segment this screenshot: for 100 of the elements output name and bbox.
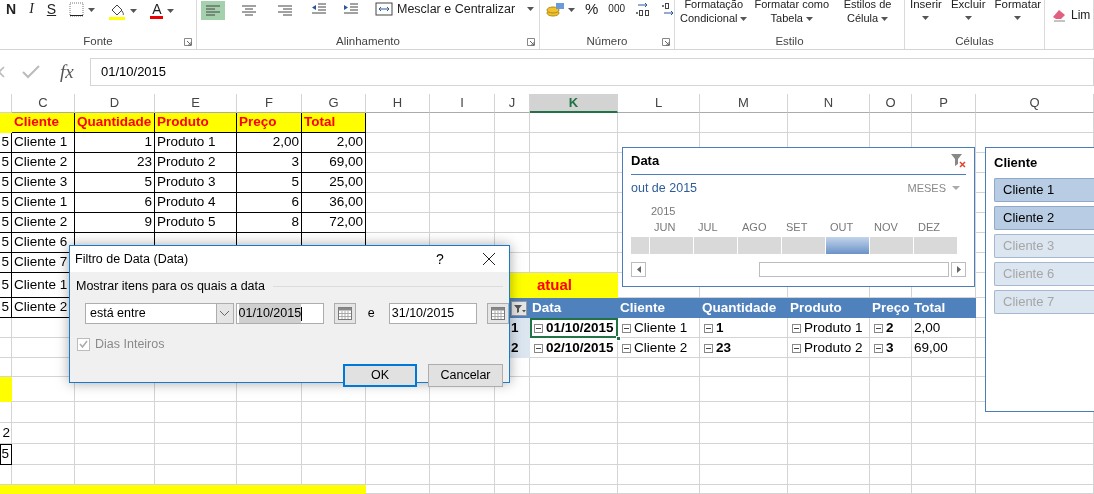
- formula-field[interactable]: 01/10/2015: [90, 58, 1094, 86]
- table-cell[interactable]: 5: [0, 273, 12, 298]
- cells-menu-button[interactable]: Excluir: [949, 0, 987, 20]
- collapse-icon[interactable]: [704, 323, 713, 333]
- table-cell[interactable]: 6: [237, 193, 302, 213]
- time-level-dropdown[interactable]: MESES: [907, 179, 966, 197]
- table-cell[interactable]: 5: [0, 213, 12, 233]
- pivot-cell[interactable]: Cliente 1: [618, 318, 700, 338]
- table-header-cell[interactable]: Total: [302, 113, 366, 133]
- scroll-left-button[interactable]: [631, 262, 646, 277]
- thousands-button[interactable]: 000: [606, 1, 628, 17]
- pivot-cell[interactable]: Produto 1: [788, 318, 870, 338]
- condition-dropdown[interactable]: está entre: [85, 303, 234, 325]
- column-header[interactable]: L: [618, 94, 700, 113]
- table-cell[interactable]: Cliente 1: [12, 193, 75, 213]
- table-header-cell[interactable]: Quantidade: [75, 113, 155, 133]
- highlighted-cell[interactable]: [302, 485, 366, 494]
- collapse-icon[interactable]: [792, 343, 801, 353]
- table-cell[interactable]: Cliente 1: [12, 133, 75, 153]
- table-cell[interactable]: 5: [0, 233, 12, 253]
- pivot-cell[interactable]: 2: [870, 318, 912, 338]
- column-header[interactable]: K: [530, 94, 618, 113]
- pivot-cell[interactable]: 02/10/2015: [530, 338, 618, 358]
- table-cell[interactable]: 6: [75, 193, 155, 213]
- column-header[interactable]: N: [788, 94, 870, 113]
- pivot-cell[interactable]: 1: [700, 318, 788, 338]
- slicer-item[interactable]: Cliente 1: [994, 178, 1094, 202]
- highlighted-cell[interactable]: [0, 377, 12, 402]
- table-cell[interactable]: Cliente 3: [12, 173, 75, 193]
- date-field[interactable]: 01/10/2015: [235, 303, 325, 325]
- table-cell[interactable]: Produto 1: [155, 133, 237, 153]
- collapse-icon[interactable]: [534, 323, 543, 333]
- column-header[interactable]: P: [912, 94, 976, 113]
- table-cell[interactable]: 5: [0, 193, 12, 213]
- pivot-cell[interactable]: Produto 2: [788, 338, 870, 358]
- pivot-header-cell[interactable]: Quantidade: [700, 298, 788, 318]
- dialog-launcher-icon[interactable]: [662, 38, 670, 46]
- highlighted-cell[interactable]: [0, 485, 12, 494]
- table-cell[interactable]: 1: [75, 133, 155, 153]
- pivot-header-cell[interactable]: Cliente: [618, 298, 700, 318]
- italic-button[interactable]: I: [27, 1, 36, 17]
- column-header[interactable]: M: [700, 94, 788, 113]
- pivot-cell[interactable]: Cliente 2: [618, 338, 700, 358]
- clear-filter-icon[interactable]: [950, 153, 966, 169]
- highlighted-cell[interactable]: [0, 113, 12, 133]
- collapse-icon[interactable]: [622, 343, 631, 353]
- table-cell[interactable]: 72,00: [302, 213, 366, 233]
- column-header[interactable]: I: [430, 94, 495, 113]
- pivot-header-cell[interactable]: Total: [912, 298, 976, 318]
- table-cell[interactable]: 2,00: [302, 133, 366, 153]
- check-icon[interactable]: [22, 65, 40, 79]
- borders-button[interactable]: [67, 1, 98, 18]
- dialog-button[interactable]: Cancelar: [428, 363, 503, 387]
- column-header[interactable]: O: [870, 94, 912, 113]
- pivot-header-cell[interactable]: Data: [530, 298, 618, 318]
- table-cell[interactable]: Produto 2: [155, 153, 237, 173]
- table-cell[interactable]: Cliente 2: [12, 153, 75, 173]
- dialog-launcher-icon[interactable]: [527, 38, 535, 46]
- collapse-icon[interactable]: [622, 323, 631, 333]
- bold-button[interactable]: N: [4, 1, 19, 17]
- table-header-cell[interactable]: Preço: [237, 113, 302, 133]
- merge-button[interactable]: Mesclar e Centralizar: [373, 1, 537, 17]
- dialog-button[interactable]: OK: [343, 363, 417, 387]
- font-color-button[interactable]: A: [148, 1, 177, 20]
- table-cell[interactable]: 5: [0, 298, 12, 318]
- table-cell[interactable]: 9: [75, 213, 155, 233]
- help-button[interactable]: ?: [425, 248, 455, 270]
- pivot-header-cell[interactable]: Produto: [788, 298, 870, 318]
- collapse-icon[interactable]: [534, 343, 543, 353]
- table-cell[interactable]: 2,00: [912, 318, 976, 338]
- insert-function-button[interactable]: fx: [56, 58, 78, 86]
- pivot-cell[interactable]: 3: [870, 338, 912, 358]
- table-cell[interactable]: 2: [0, 423, 12, 444]
- styles-menu-button[interactable]: Formatação Condicional: [679, 0, 749, 25]
- table-cell[interactable]: 69,00: [302, 153, 366, 173]
- calendar-button[interactable]: [334, 303, 356, 325]
- table-cell[interactable]: 23: [75, 153, 155, 173]
- table-cell[interactable]: 8: [237, 213, 302, 233]
- table-cell[interactable]: 5: [0, 253, 12, 273]
- percent-button[interactable]: %: [583, 1, 601, 17]
- slicer-item[interactable]: Cliente 2: [994, 206, 1094, 230]
- table-cell[interactable]: Produto 4: [155, 193, 237, 213]
- pivot-cell[interactable]: 01/10/2015: [530, 318, 618, 338]
- collapse-icon[interactable]: [792, 323, 801, 333]
- table-cell[interactable]: 5: [0, 444, 12, 465]
- table-cell[interactable]: 5: [237, 173, 302, 193]
- table-cell[interactable]: 2,00: [237, 133, 302, 153]
- table-cell[interactable]: 5: [0, 153, 12, 173]
- cells-menu-button[interactable]: Inserir: [909, 0, 943, 20]
- table-cell[interactable]: 25,00: [302, 173, 366, 193]
- table-cell[interactable]: 69,00: [912, 338, 976, 358]
- pivot-header-cell[interactable]: Preço: [870, 298, 912, 318]
- table-header-cell[interactable]: Produto: [155, 113, 237, 133]
- styles-menu-button[interactable]: Estilos de Célula: [835, 0, 900, 25]
- table-cell[interactable]: 5: [0, 133, 12, 153]
- table-cell[interactable]: 36,00: [302, 193, 366, 213]
- table-cell[interactable]: Cliente 2: [12, 213, 75, 233]
- column-header[interactable]: H: [366, 94, 430, 113]
- cells-menu-button[interactable]: Formatar: [993, 0, 1043, 20]
- sheet-title[interactable]: atual: [530, 273, 618, 298]
